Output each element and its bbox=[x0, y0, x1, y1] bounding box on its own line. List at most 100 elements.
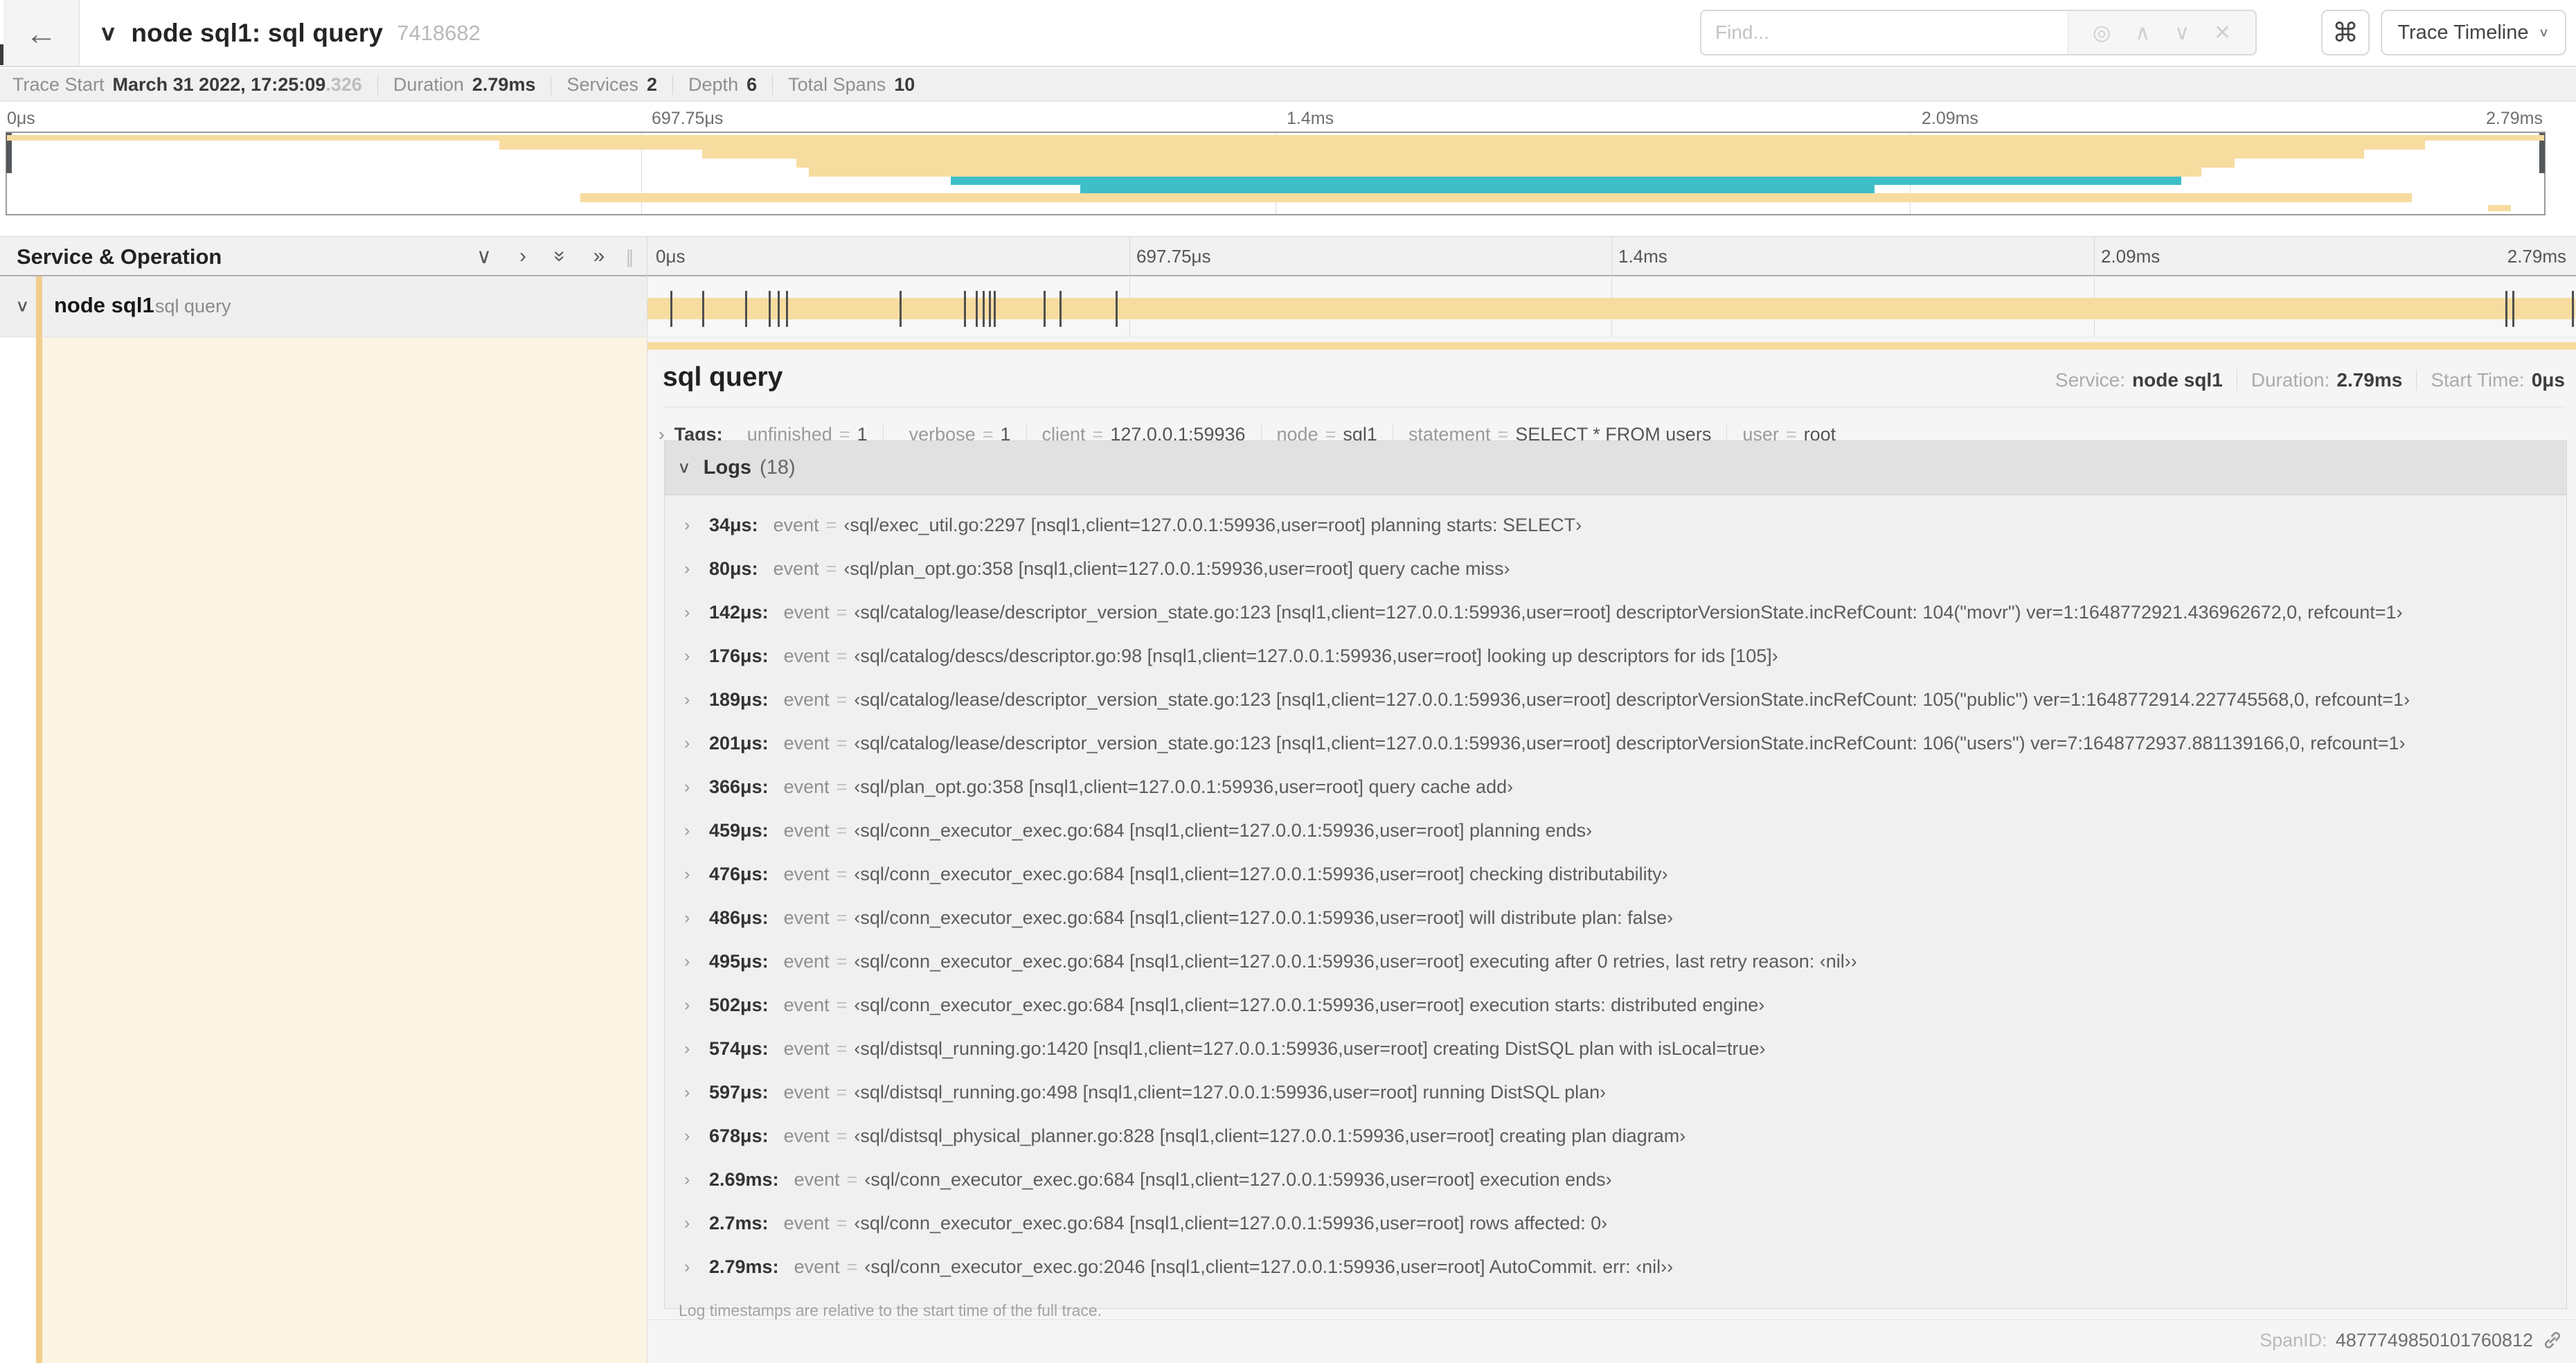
log-marker-tick[interactable] bbox=[994, 291, 996, 327]
minimap-span-bar bbox=[499, 141, 2425, 150]
log-equals: = bbox=[846, 1256, 858, 1277]
log-marker-tick[interactable] bbox=[702, 291, 704, 327]
log-field-value: ‹sql/catalog/descs/descriptor.go:98 [nsq… bbox=[854, 645, 1778, 666]
chevron-right-icon: › bbox=[684, 603, 690, 622]
minimap-span-bar bbox=[951, 177, 2182, 185]
log-field-value: ‹sql/plan_opt.go:358 [nsql1,client=127.0… bbox=[854, 776, 1514, 797]
log-timestamp: 34μs: bbox=[709, 515, 758, 535]
span-row-name-column[interactable]: ∨ node sql1 sql query bbox=[0, 276, 647, 337]
log-marker-tick[interactable] bbox=[976, 291, 978, 327]
log-field-key: event bbox=[783, 689, 830, 710]
log-row[interactable]: › 459μs: event = ‹sql/conn_executor_exec… bbox=[665, 809, 2566, 853]
log-marker-tick[interactable] bbox=[964, 291, 966, 327]
log-marker-tick[interactable] bbox=[900, 291, 902, 327]
span-row[interactable]: ∨ node sql1 sql query bbox=[0, 276, 2576, 337]
summary-suffix: .326 bbox=[325, 74, 362, 95]
summary-label: Total Spans bbox=[788, 74, 886, 95]
log-row[interactable]: › 80μs: event = ‹sql/plan_opt.go:358 [ns… bbox=[665, 547, 2566, 591]
expand-all-icon[interactable]: » bbox=[593, 244, 605, 268]
clear-search-icon[interactable]: ✕ bbox=[2214, 21, 2231, 45]
trace-view-selector[interactable]: Trace Timeline ∨ bbox=[2381, 10, 2566, 55]
log-row[interactable]: › 176μs: event = ‹sql/catalog/descs/desc… bbox=[665, 634, 2566, 678]
log-marker-tick[interactable] bbox=[769, 291, 771, 327]
log-timestamp: 486μs: bbox=[709, 907, 769, 928]
log-marker-tick[interactable] bbox=[2505, 291, 2507, 327]
chevron-right-icon: › bbox=[684, 515, 690, 535]
log-row[interactable]: › 142μs: event = ‹sql/catalog/lease/desc… bbox=[665, 591, 2566, 634]
log-marker-tick[interactable] bbox=[2572, 291, 2574, 327]
next-result-icon[interactable]: ∨ bbox=[2174, 21, 2190, 45]
back-button[interactable]: ← bbox=[3, 0, 80, 66]
log-field-value: ‹sql/conn_executor_exec.go:684 [nsql1,cl… bbox=[854, 820, 1593, 841]
log-marker-tick[interactable] bbox=[989, 291, 991, 327]
locate-icon[interactable]: ◎ bbox=[2093, 21, 2111, 45]
log-marker-tick[interactable] bbox=[745, 291, 747, 327]
log-row[interactable]: › 189μs: event = ‹sql/catalog/lease/desc… bbox=[665, 678, 2566, 722]
log-marker-tick[interactable] bbox=[786, 291, 788, 327]
log-field-value: ‹sql/distsql_physical_planner.go:828 [ns… bbox=[854, 1125, 1686, 1146]
chevron-right-icon: › bbox=[684, 733, 690, 753]
log-row[interactable]: › 476μs: event = ‹sql/conn_executor_exec… bbox=[665, 853, 2566, 896]
summary-item: Services 2 bbox=[566, 74, 657, 96]
ruler-tick-label: 2.79ms bbox=[2507, 246, 2566, 267]
log-row[interactable]: › 2.7ms: event = ‹sql/conn_executor_exec… bbox=[665, 1202, 2566, 1245]
find-input[interactable] bbox=[1700, 10, 2068, 55]
log-marker-tick[interactable] bbox=[1116, 291, 1118, 327]
log-marker-tick[interactable] bbox=[2512, 291, 2514, 327]
span-id-value: 4877749850101760812 bbox=[2335, 1329, 2533, 1351]
log-timestamp: 459μs: bbox=[709, 820, 769, 841]
minimap-span-bar bbox=[796, 159, 2235, 168]
summary-value: 2 bbox=[647, 74, 658, 95]
log-row[interactable]: › 502μs: event = ‹sql/conn_executor_exec… bbox=[665, 983, 2566, 1027]
log-field-key: event bbox=[794, 1256, 840, 1277]
log-row[interactable]: › 486μs: event = ‹sql/conn_executor_exec… bbox=[665, 896, 2566, 940]
log-equals: = bbox=[836, 907, 848, 928]
summary-value: 10 bbox=[894, 74, 915, 95]
log-marker-tick[interactable] bbox=[983, 291, 985, 327]
link-icon[interactable] bbox=[2541, 1329, 2564, 1351]
column-resizer-grip[interactable]: ∥ bbox=[625, 247, 634, 268]
log-marker-tick[interactable] bbox=[670, 291, 672, 327]
log-row[interactable]: › 201μs: event = ‹sql/catalog/lease/desc… bbox=[665, 722, 2566, 765]
log-equals: = bbox=[836, 864, 848, 884]
log-timestamp: 142μs: bbox=[709, 602, 769, 623]
log-row[interactable]: › 597μs: event = ‹sql/distsql_running.go… bbox=[665, 1071, 2566, 1114]
log-row[interactable]: › 34μs: event = ‹sql/exec_util.go:2297 [… bbox=[665, 504, 2566, 547]
summary-value: 6 bbox=[746, 74, 758, 95]
command-icon: ⌘ bbox=[2332, 18, 2359, 48]
trace-minimap[interactable] bbox=[6, 132, 2546, 215]
log-row[interactable]: › 678μs: event = ‹sql/distsql_physical_p… bbox=[665, 1114, 2566, 1158]
log-row[interactable]: › 2.79ms: event = ‹sql/conn_executor_exe… bbox=[665, 1245, 2566, 1289]
chevron-right-icon: › bbox=[684, 1126, 690, 1146]
span-collapse-icon[interactable]: ∨ bbox=[15, 296, 30, 315]
log-timestamp: 597μs: bbox=[709, 1082, 769, 1103]
ruler-tick-label: 2.79ms bbox=[2486, 109, 2543, 128]
ruler-tick-label: 0μs bbox=[7, 109, 35, 128]
log-field-key: event bbox=[783, 907, 830, 928]
log-row[interactable]: › 2.69ms: event = ‹sql/conn_executor_exe… bbox=[665, 1158, 2566, 1202]
log-timestamp: 476μs: bbox=[709, 864, 769, 884]
span-duration-bar[interactable] bbox=[647, 298, 2575, 319]
collapse-all-icon[interactable]: » bbox=[548, 251, 571, 262]
keyboard-shortcuts-button[interactable]: ⌘ bbox=[2321, 10, 2370, 55]
log-field-value: ‹sql/conn_executor_exec.go:684 [nsql1,cl… bbox=[854, 864, 1668, 884]
ruler-tick-label: 697.75μs bbox=[652, 109, 724, 128]
expand-one-icon[interactable]: › bbox=[519, 244, 526, 268]
span-operation-name: sql query bbox=[155, 296, 231, 317]
log-marker-tick[interactable] bbox=[1059, 291, 1062, 327]
log-timestamp: 80μs: bbox=[709, 558, 758, 579]
log-equals: = bbox=[825, 515, 837, 535]
log-field-value: ‹sql/conn_executor_exec.go:684 [nsql1,cl… bbox=[854, 907, 1674, 928]
prev-result-icon[interactable]: ∧ bbox=[2135, 21, 2150, 45]
collapse-one-icon[interactable]: ∨ bbox=[476, 244, 492, 269]
log-field-value: ‹sql/distsql_running.go:1420 [nsql1,clie… bbox=[854, 1038, 1766, 1059]
log-marker-tick[interactable] bbox=[778, 291, 780, 327]
log-row[interactable]: › 366μs: event = ‹sql/plan_opt.go:358 [n… bbox=[665, 765, 2566, 809]
span-row-timeline[interactable] bbox=[647, 276, 2576, 337]
log-marker-tick[interactable] bbox=[1044, 291, 1046, 327]
trace-collapse-icon[interactable]: ∨ bbox=[99, 21, 117, 46]
log-row[interactable]: › 495μs: event = ‹sql/conn_executor_exec… bbox=[665, 940, 2566, 983]
logs-header[interactable]: ∨ Logs (18) bbox=[665, 441, 2566, 495]
chevron-right-icon: › bbox=[684, 1257, 690, 1276]
log-row[interactable]: › 574μs: event = ‹sql/distsql_running.go… bbox=[665, 1027, 2566, 1071]
